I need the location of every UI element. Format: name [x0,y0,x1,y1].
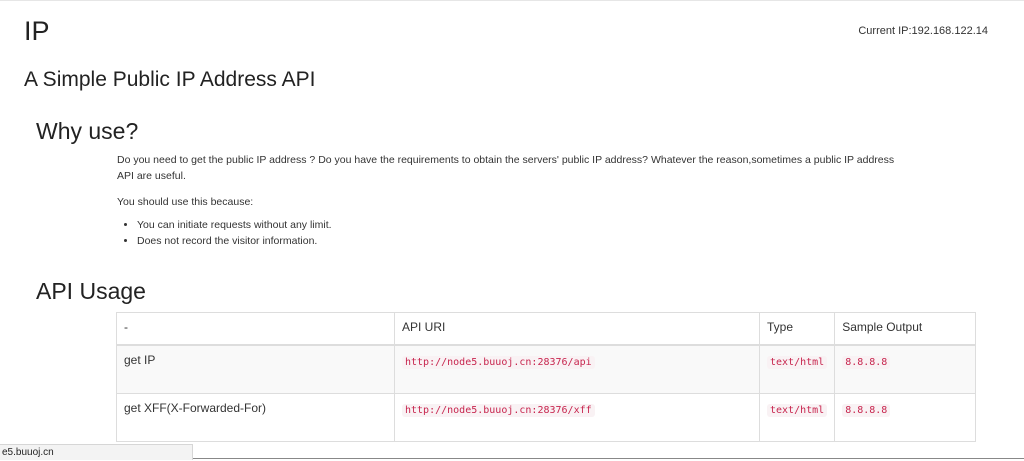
current-ip-value: 192.168.122.14 [911,25,988,37]
table-row: get IP http://node5.buuoj.cn:28376/api t… [116,344,976,394]
api-name-cell: get XFF(X-Forwarded-For) [116,393,395,442]
sample-output-cell: 8.8.8.8 [834,393,976,442]
current-ip: Current IP:192.168.122.14 [858,25,988,37]
api-usage-table: - API URI Type Sample Output get IP http… [116,312,976,442]
browser-status-bar: e5.buuoj.cn [0,444,193,460]
api-usage-heading: API Usage [36,278,146,304]
api-type-cell: text/html [758,344,836,394]
api-type-cell: text/html [758,393,836,442]
api-name-cell: get IP [116,344,395,394]
brand-title[interactable]: IP [24,13,50,49]
column-header: - [116,312,395,346]
api-type: text/html [767,356,828,369]
top-border [0,0,1024,1]
column-header: Sample Output [834,312,976,346]
column-header: API URI [394,312,760,346]
api-uri: http://node5.buuoj.cn:28376/api [402,356,595,369]
why-use-intro: You should use this because: [117,196,254,208]
list-item: Does not record the visitor information. [137,233,332,249]
api-uri: http://node5.buuoj.cn:28376/xff [402,404,595,417]
why-use-paragraph: Do you need to get the public IP address… [117,154,895,182]
why-use-heading: Why use? [36,118,139,144]
sample-output-cell: 8.8.8.8 [834,344,976,394]
table-header-row: - API URI Type Sample Output [116,312,976,346]
sample-output: 8.8.8.8 [842,404,891,417]
api-uri-cell: http://node5.buuoj.cn:28376/api [394,344,760,394]
list-item: You can initiate requests without any li… [137,217,332,233]
sample-output: 8.8.8.8 [842,356,891,369]
page-title: A Simple Public IP Address API [24,68,316,91]
current-ip-label: Current IP: [858,25,912,37]
bottom-divider [193,458,1024,459]
table-row: get XFF(X-Forwarded-For) http://node5.bu… [116,393,976,442]
reasons-list: You can initiate requests without any li… [117,217,332,249]
api-uri-cell: http://node5.buuoj.cn:28376/xff [394,393,760,442]
api-type: text/html [767,404,828,417]
column-header: Type [758,312,836,346]
